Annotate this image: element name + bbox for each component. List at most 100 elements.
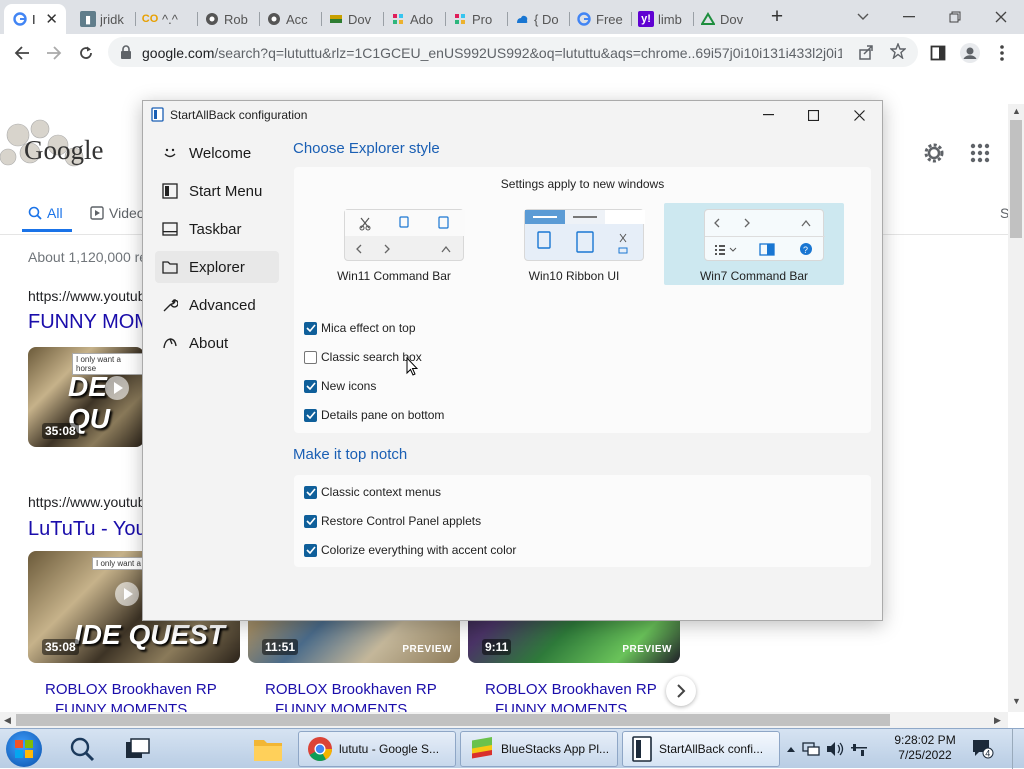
notification-center-icon[interactable]: 4 <box>972 739 994 759</box>
win10-preview <box>524 209 645 261</box>
nav-about[interactable]: About <box>155 327 279 359</box>
tab-12[interactable]: Dov <box>692 4 756 34</box>
scrollbar-thumb[interactable] <box>1010 120 1022 238</box>
style-win7-command-bar[interactable]: ? Win7 Command Bar <box>664 203 844 285</box>
reload-button[interactable] <box>74 41 98 65</box>
taskbar-startallback-window[interactable]: StartAllBack confi... <box>622 731 780 767</box>
side-panel-button[interactable] <box>926 41 950 65</box>
tab-all[interactable]: All <box>28 205 63 221</box>
video-title[interactable]: ROBLOX Brookhaven RP <box>265 681 437 698</box>
checkbox-unchecked[interactable] <box>304 350 317 364</box>
tab-6[interactable]: Dov <box>320 4 384 34</box>
checkbox-checked[interactable] <box>304 543 317 557</box>
video-subtitle: FUNNY MOMENTS <box>55 701 188 712</box>
minimize-button[interactable] <box>758 107 778 123</box>
carousel-next-button[interactable] <box>666 676 696 706</box>
tab-google-search[interactable]: I ✕ <box>4 4 66 34</box>
details-pane-checkbox[interactable]: Details pane on bottom <box>304 408 444 422</box>
bookmark-star-icon[interactable] <box>890 43 906 59</box>
nav-taskbar[interactable]: Taskbar <box>155 213 279 245</box>
google-apps-icon[interactable] <box>970 143 990 163</box>
slack-icon <box>452 11 468 27</box>
tab-search-button[interactable] <box>850 4 876 30</box>
windows-taskbar: lututu - Google S... BlueStacks App Pl..… <box>0 728 1024 769</box>
scroll-right-icon[interactable]: ▶ <box>994 715 1001 726</box>
maximize-button[interactable] <box>803 107 823 123</box>
forward-button[interactable] <box>42 41 66 65</box>
restore-control-panel-checkbox[interactable]: Restore Control Panel applets <box>304 514 481 528</box>
checkbox-checked[interactable] <box>304 408 317 422</box>
tab-7[interactable]: Ado <box>382 4 446 34</box>
style-win11-command-bar[interactable]: Win11 Command Bar <box>304 203 484 285</box>
checkbox-checked[interactable] <box>304 321 317 335</box>
profile-avatar[interactable] <box>958 41 982 65</box>
start-button[interactable] <box>6 731 42 767</box>
result-title[interactable]: LuTuTu - You <box>28 518 147 541</box>
tab-truncated[interactable]: S <box>1000 205 1008 221</box>
tab-10[interactable]: Free <box>568 4 632 34</box>
file-explorer-icon[interactable] <box>252 733 284 765</box>
tab-2[interactable]: ▮ jridk <box>72 4 136 34</box>
nav-welcome[interactable]: Welcome <box>155 137 279 169</box>
tab-strip: I ✕ ▮ jridk CO ^.^ Rob Acc Dov Ado Pro { D… <box>0 0 1024 34</box>
result-url[interactable]: https://www.youtub <box>28 288 146 304</box>
taskbar-chrome-window[interactable]: lututu - Google S... <box>298 731 456 767</box>
smile-icon <box>161 146 179 160</box>
close-button[interactable] <box>849 107 869 123</box>
settings-gear-icon[interactable] <box>922 141 946 165</box>
video-title[interactable]: ROBLOX Brookhaven RP <box>45 681 217 698</box>
tab-4[interactable]: Rob <box>196 4 260 34</box>
network-icon[interactable] <box>802 741 820 757</box>
minimize-button[interactable] <box>896 4 922 30</box>
search-icon[interactable] <box>66 733 98 765</box>
taskbar-bluestacks-window[interactable]: BlueStacks App Pl... <box>460 731 618 767</box>
colorize-accent-checkbox[interactable]: Colorize everything with accent color <box>304 543 516 557</box>
power-settings-icon[interactable] <box>850 741 868 757</box>
classic-context-menus-checkbox[interactable]: Classic context menus <box>304 485 441 499</box>
tab-8[interactable]: Pro <box>444 4 508 34</box>
scroll-down-icon[interactable]: ▼ <box>1012 696 1021 706</box>
scroll-up-icon[interactable]: ▲ <box>1012 106 1021 116</box>
results-count: About 1,120,000 re <box>28 249 148 265</box>
classic-search-box-checkbox[interactable]: Classic search box <box>304 350 422 364</box>
scrollbar-thumb[interactable] <box>16 714 890 726</box>
tab-9[interactable]: { Do <box>506 4 570 34</box>
nav-explorer[interactable]: Explorer <box>155 251 279 283</box>
style-win10-ribbon[interactable]: Win10 Ribbon UI <box>484 203 664 285</box>
close-tab-icon[interactable]: ✕ <box>45 10 58 28</box>
more-menu-icon[interactable] <box>990 41 1014 65</box>
show-hidden-icons-icon[interactable] <box>786 745 796 753</box>
about-icon <box>161 336 179 350</box>
scroll-left-icon[interactable]: ◀ <box>4 715 11 726</box>
address-bar[interactable]: google.com/search?q=lututtu&rlz=1C1GCEU_… <box>108 37 918 67</box>
mica-effect-checkbox[interactable]: Mica effect on top <box>304 321 416 335</box>
checkbox-checked[interactable] <box>304 379 317 393</box>
nav-start-menu[interactable]: Start Menu <box>155 175 279 207</box>
tab-3[interactable]: CO ^.^ <box>134 4 198 34</box>
new-icons-checkbox[interactable]: New icons <box>304 379 376 393</box>
active-tab-indicator <box>22 229 72 232</box>
nav-advanced[interactable]: Advanced <box>155 289 279 321</box>
video-thumbnail[interactable]: I only want a horse DE QU 35:08 <box>28 347 144 447</box>
yahoo-icon: y! <box>638 11 654 27</box>
result-url[interactable]: https://www.youtub <box>28 494 146 510</box>
video-title[interactable]: ROBLOX Brookhaven RP <box>485 681 657 698</box>
volume-icon[interactable] <box>826 741 844 757</box>
tab-5[interactable]: Acc <box>258 4 322 34</box>
new-tab-button[interactable]: + <box>766 5 788 28</box>
tab-11[interactable]: y! limb <box>630 4 694 34</box>
task-view-icon[interactable] <box>122 733 154 765</box>
checkbox-checked[interactable] <box>304 485 317 499</box>
win7-preview: ? <box>704 209 825 261</box>
clock[interactable]: 9:28:02 PM 7/25/2022 <box>888 733 962 763</box>
share-icon[interactable] <box>858 44 874 60</box>
google-doodle-logo[interactable]: Google <box>0 105 130 175</box>
restore-button[interactable] <box>942 4 968 30</box>
show-desktop-button[interactable] <box>1012 729 1024 769</box>
horizontal-scrollbar[interactable]: ◀ ▶ <box>0 712 1008 728</box>
result-title[interactable]: FUNNY MOM <box>28 311 151 334</box>
close-window-button[interactable] <box>988 4 1014 30</box>
checkbox-checked[interactable] <box>304 514 317 528</box>
back-button[interactable] <box>10 41 34 65</box>
vertical-scrollbar[interactable]: ▲ ▼ <box>1008 104 1024 712</box>
